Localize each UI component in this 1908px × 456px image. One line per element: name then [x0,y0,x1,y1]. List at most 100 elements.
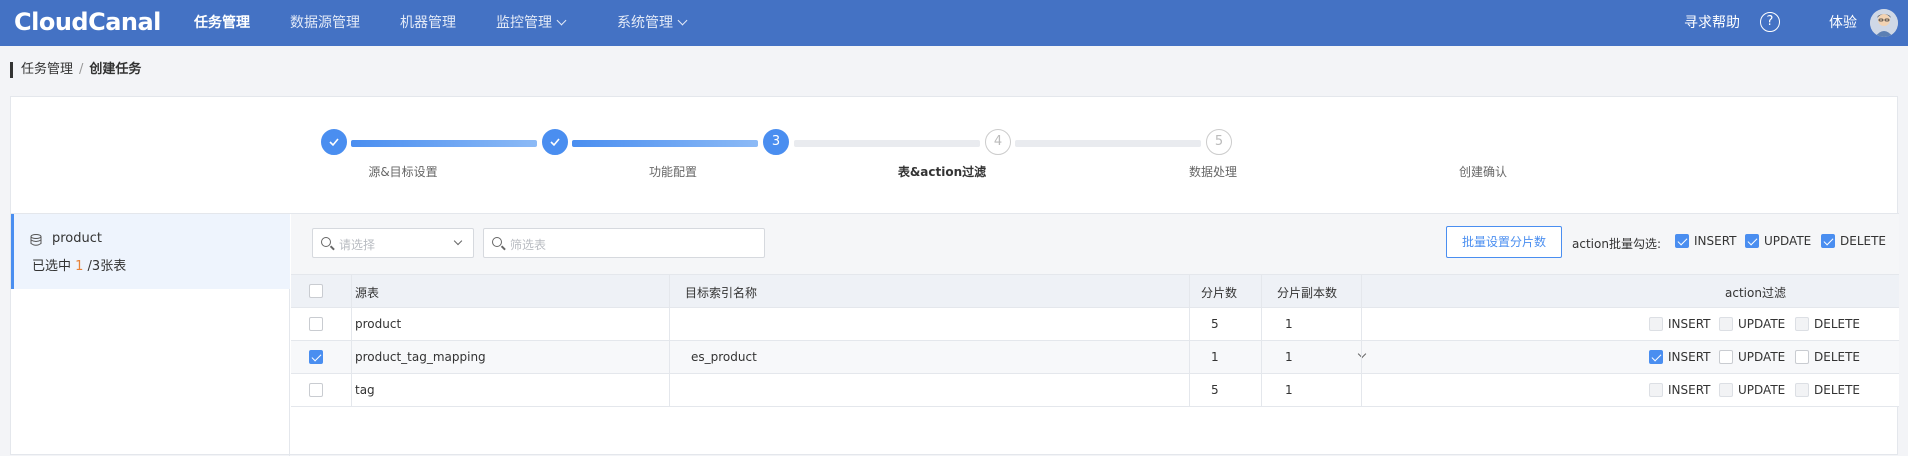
table-row: tag 5 1 INSERT UPDATE DELETE [291,374,1899,407]
table-row: product 5 1 INSERT UPDATE DELETE [291,308,1899,341]
replicas-value[interactable]: 1 [1285,383,1293,397]
insert-label: INSERT [1668,383,1711,397]
shards-value[interactable]: 5 [1211,317,1219,331]
row-checkbox[interactable] [309,350,323,364]
table-filter-input[interactable]: 筛选表 [483,228,765,258]
nav-system-management[interactable]: 系统管理 [617,12,688,32]
database-item-product[interactable]: product 已选中 1 /3张表 [11,214,290,289]
step-connector-2 [572,140,758,147]
batch-insert-label: INSERT [1694,234,1737,248]
step-4-label: 数据处理 [1188,165,1238,179]
step-2-label: 功能配置 [648,165,698,179]
delete-checkbox[interactable] [1795,383,1809,397]
search-icon [321,237,331,247]
select-all-checkbox[interactable] [309,284,323,298]
table-toolbar: 请选择 筛选表 批量设置分片数 action批量勾选: INSERT UPDAT… [291,214,1899,274]
update-checkbox[interactable] [1719,350,1733,364]
delete-label: DELETE [1814,383,1861,397]
shards-value[interactable]: 1 [1211,350,1219,364]
chevron-down-icon [677,15,688,26]
avatar-icon [1870,9,1898,37]
help-link[interactable]: 寻求帮助 [1684,12,1740,32]
step-4-circle: 4 [985,129,1011,155]
avatar[interactable] [1870,9,1898,37]
insert-label: INSERT [1668,350,1711,364]
check-icon [550,138,560,147]
replicas-value[interactable]: 1 [1285,350,1293,364]
delete-checkbox[interactable] [1795,317,1809,331]
column-divider [351,274,352,407]
count-suffix: /3张表 [83,259,127,274]
top-navbar: CloudCanal 任务管理 数据源管理 机器管理 监控管理 系统管理 寻求帮… [0,0,1908,46]
step-1-label: 源&目标设置 [368,165,438,179]
delete-label: DELETE [1814,317,1861,331]
batch-insert-checkbox[interactable] [1675,234,1689,248]
step-1-circle [321,129,347,155]
row-checkbox[interactable] [309,317,323,331]
batch-delete-checkbox[interactable] [1821,234,1835,248]
batch-set-shards-button[interactable]: 批量设置分片数 [1446,226,1562,258]
update-checkbox[interactable] [1719,383,1733,397]
insert-label: INSERT [1668,317,1711,331]
step-connector-1 [351,140,537,147]
row-checkbox[interactable] [309,383,323,397]
help-circle-icon[interactable]: ? [1760,12,1780,32]
batch-action-label: action批量勾选: [1572,237,1661,251]
table-filter-placeholder: 筛选表 [510,238,547,252]
nav-monitor-label: 监控管理 [496,15,552,31]
col-replicas: 分片副本数 [1277,286,1338,300]
column-divider [1361,274,1362,407]
update-label: UPDATE [1738,350,1786,364]
step-connector-4 [1015,140,1201,147]
source-table: product [355,317,402,331]
col-source: 源表 [355,286,380,300]
column-divider [1189,274,1190,407]
table-config-panel: 请选择 筛选表 批量设置分片数 action批量勾选: INSERT UPDAT… [291,214,1899,456]
target-index[interactable]: es_product [691,350,757,364]
insert-checkbox[interactable] [1649,350,1663,364]
breadcrumb-current: 创建任务 [89,62,142,77]
chevron-down-icon [556,15,567,26]
cloudcanal-logo[interactable]: CloudCanal [14,8,161,36]
col-action: action过滤 [1725,286,1786,300]
step-progress: 3 4 5 源&目标设置 功能配置 表&action过滤 数据处理 创建确认 [11,97,1899,214]
chevron-down-icon[interactable] [1357,349,1367,359]
update-label: UPDATE [1738,383,1786,397]
delete-checkbox[interactable] [1795,350,1809,364]
column-divider [1261,274,1262,407]
update-checkbox[interactable] [1719,317,1733,331]
schema-select-placeholder: 请选择 [339,238,376,252]
source-table: product_tag_mapping [355,350,486,364]
step-5-circle: 5 [1206,129,1232,155]
nav-machine-management[interactable]: 机器管理 [400,12,456,32]
database-name: product [52,231,103,246]
batch-update-checkbox[interactable] [1745,234,1759,248]
replicas-value[interactable]: 1 [1285,317,1293,331]
insert-checkbox[interactable] [1649,383,1663,397]
step-5-label: 创建确认 [1458,165,1508,179]
batch-update-label: UPDATE [1764,234,1812,248]
column-divider [669,274,670,407]
delete-label: DELETE [1814,350,1861,364]
chevron-down-icon [453,236,463,246]
insert-checkbox[interactable] [1649,317,1663,331]
schema-select[interactable]: 请选择 [312,228,474,258]
search-icon [492,237,502,247]
nav-system-label: 系统管理 [617,15,673,31]
shards-value[interactable]: 5 [1211,383,1219,397]
create-task-card: 3 4 5 源&目标设置 功能配置 表&action过滤 数据处理 创建确认 p… [10,96,1899,456]
batch-delete-label: DELETE [1840,234,1887,248]
col-shards: 分片数 [1201,286,1238,300]
step-2-circle [542,129,568,155]
selected-table-count: 已选中 1 /3张表 [32,255,126,274]
nav-datasource-management[interactable]: 数据源管理 [290,12,360,32]
breadcrumb: 任务管理 / 创建任务 [10,62,141,78]
table-row: product_tag_mapping es_product 1 1 INSER… [291,341,1899,374]
user-name[interactable]: 体验 [1829,12,1857,32]
breadcrumb-parent[interactable]: 任务管理 [21,62,73,77]
nav-monitor-management[interactable]: 监控管理 [496,12,567,32]
step-connector-3 [794,140,980,147]
table-header: 源表 目标索引名称 分片数 分片副本数 action过滤 [291,274,1899,308]
step-3-circle: 3 [763,129,789,155]
nav-task-management[interactable]: 任务管理 [194,12,250,32]
